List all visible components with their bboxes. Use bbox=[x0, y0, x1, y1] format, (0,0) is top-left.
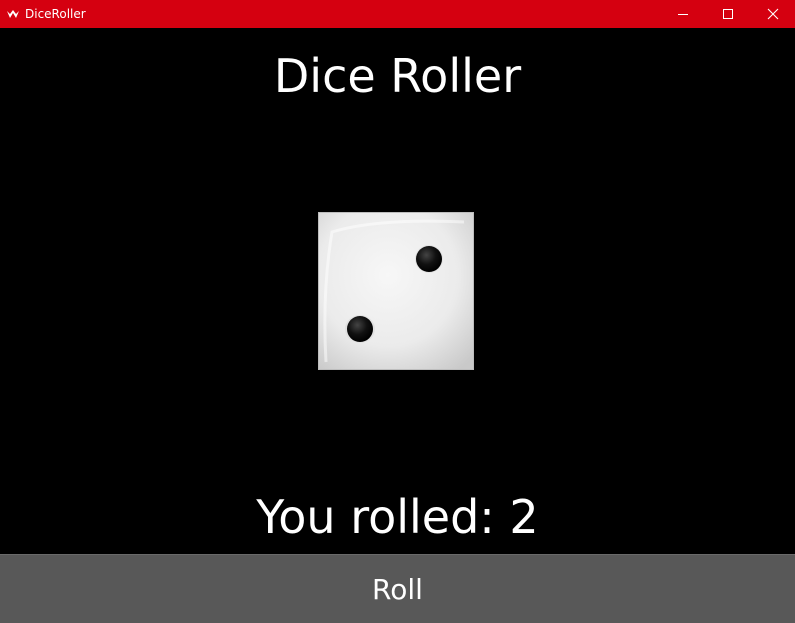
app-heading: Dice Roller bbox=[273, 49, 522, 103]
close-button[interactable] bbox=[750, 0, 795, 28]
window-title: DiceRoller bbox=[25, 7, 86, 21]
app-icon bbox=[7, 10, 19, 18]
maximize-icon bbox=[722, 9, 733, 19]
app-window: DiceRoller Dice Roller You rolled: 2 Rol… bbox=[0, 0, 795, 623]
close-icon bbox=[767, 8, 778, 20]
minimize-icon bbox=[677, 14, 688, 15]
result-text: You rolled: 2 bbox=[256, 490, 539, 544]
die-face-2-icon bbox=[318, 212, 474, 370]
minimize-button[interactable] bbox=[660, 0, 705, 28]
roll-button[interactable]: Roll bbox=[0, 554, 795, 623]
maximize-button[interactable] bbox=[705, 0, 750, 28]
title-bar[interactable]: DiceRoller bbox=[0, 0, 795, 28]
